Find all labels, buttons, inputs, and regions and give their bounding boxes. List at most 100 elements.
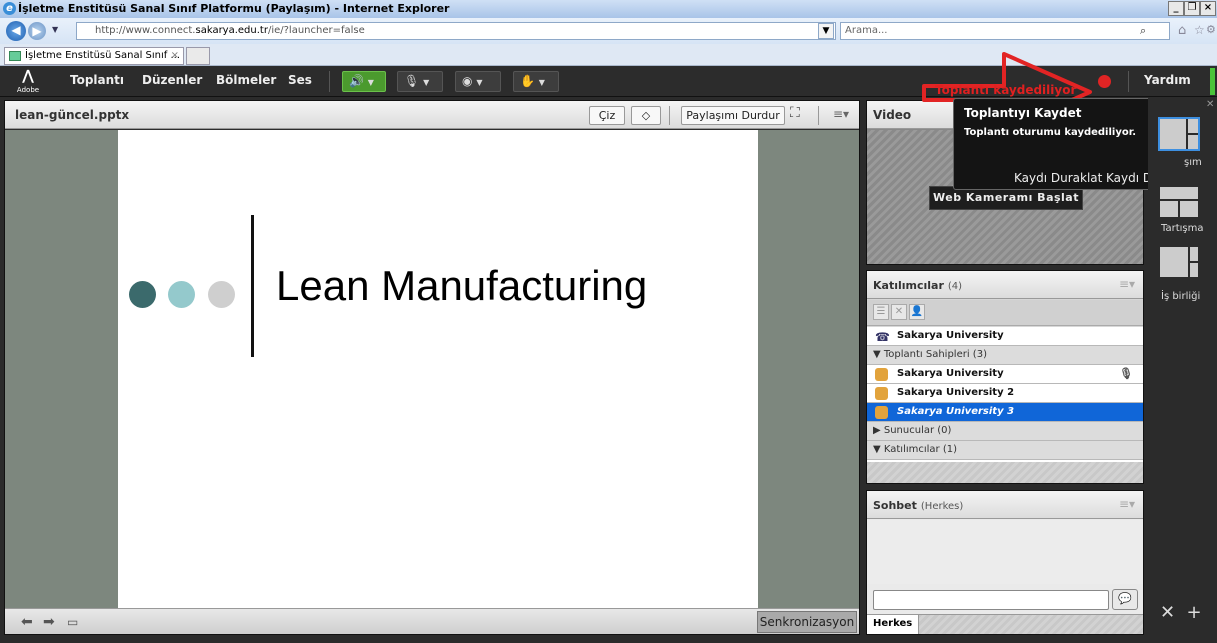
address-input[interactable]: http://www.connect.sakarya.edu.tr/ie/?la…	[76, 22, 836, 40]
slide-bullet-dot	[208, 281, 235, 308]
layout-thumb-sharing[interactable]	[1158, 117, 1200, 151]
pod-options-menu-icon[interactable]: ≡▾	[1119, 497, 1135, 511]
chat-tab-everyone[interactable]: Herkes	[867, 615, 919, 634]
attendee-label: Sakarya University 3	[897, 406, 1015, 417]
attendee-label: Sakarya University	[897, 330, 1004, 341]
layout-block	[1160, 119, 1186, 149]
attendees-toolbar: ☰ ✕ 👤	[867, 300, 1143, 326]
breakout-icon[interactable]: ✕	[891, 304, 907, 320]
attendee-label: ▼ Katılımcılar (1)	[873, 444, 958, 455]
gear-icon[interactable]: ⚙	[1206, 23, 1216, 36]
chat-tabs: Herkes	[867, 614, 1143, 634]
home-icon[interactable]: ⌂	[1178, 23, 1186, 38]
attendee-group-header[interactable]: ▶ Sunucular (0)	[867, 422, 1143, 441]
back-icon[interactable]: ◀	[6, 21, 26, 41]
attendee-label: ▼ Toplantı Sahipleri (3)	[873, 349, 987, 360]
new-tab-button[interactable]	[186, 47, 210, 65]
attendee-group-header[interactable]: ▼ Katılımcılar (1)	[867, 441, 1143, 460]
fullscreen-icon[interactable]: ⛶	[790, 105, 800, 121]
search-input[interactable]: Arama...	[840, 22, 1170, 40]
chat-pod: Sohbet (Herkes) ≡▾ 💬 Herkes	[866, 490, 1144, 635]
pointer-tool-button[interactable]: ◇	[631, 106, 661, 125]
attendee-row[interactable]: Sakarya University 3	[867, 403, 1143, 422]
raise-hand-icon: ✋	[520, 74, 535, 88]
add-layout-icon[interactable]: +	[1187, 602, 1202, 623]
address-toolbar: ◀ ▶ ▼ http://www.connect.sakarya.edu.tr/…	[0, 18, 1217, 44]
forward-icon[interactable]: ▶	[28, 22, 46, 40]
layout-block	[1190, 263, 1198, 277]
url-dropdown-icon[interactable]: ▼	[818, 23, 834, 39]
attendee-row[interactable]: ☎ Sakarya University	[867, 327, 1143, 346]
layout-label-collaboration: İş birliği	[1161, 291, 1201, 302]
chat-title: Sohbet (Herkes)	[873, 499, 963, 512]
history-dropdown-icon[interactable]: ▼	[52, 25, 58, 34]
menu-duzenler[interactable]: Düzenler	[142, 73, 202, 87]
layout-label-discussion: Tartışma	[1161, 223, 1204, 234]
layout-label-sharing: şım	[1184, 157, 1202, 168]
attendees-title-label: Katılımcılar	[873, 279, 944, 292]
next-slide-icon[interactable]: ➡	[43, 614, 55, 630]
attendee-group-header[interactable]: ▼ Toplantı Sahipleri (3)	[867, 346, 1143, 365]
layout-block	[1190, 247, 1198, 261]
layout-block	[1180, 201, 1198, 217]
share-content-area: Lean Manufacturing	[5, 130, 859, 608]
attendee-list-empty-area	[867, 462, 1143, 483]
menu-ses[interactable]: Ses	[288, 73, 312, 87]
chevron-down-icon: ▼	[476, 78, 483, 87]
chat-input[interactable]	[873, 590, 1109, 610]
layout-block	[1160, 247, 1188, 277]
connection-status-indicator	[1210, 68, 1215, 95]
close-icon[interactable]: ✕	[1206, 99, 1214, 110]
chat-messages-area	[867, 520, 1143, 584]
close-window-button[interactable]: ×	[1200, 1, 1216, 16]
layout-thumb-discussion[interactable]	[1160, 187, 1198, 217]
attendee-row[interactable]: Sakarya University 2	[867, 384, 1143, 403]
pointer-icon: ◇	[641, 109, 651, 122]
layout-thumb-collaboration[interactable]	[1160, 247, 1198, 277]
pause-recording-button[interactable]: Kaydı Duraklat	[1014, 171, 1102, 185]
url-prefix: http://www.connect.	[95, 25, 196, 36]
record-popup-message: Toplantı oturumu kaydediliyor.	[964, 127, 1137, 138]
pod-options-menu-icon[interactable]: ≡▾	[833, 107, 849, 121]
layout-block	[1160, 187, 1198, 199]
browser-tab[interactable]: İşletme Enstitüsü Sanal Sınıf ... ×	[4, 47, 184, 65]
adobe-logo-label: Adobe	[16, 86, 40, 94]
speaker-button[interactable]: 🔊 ▼	[342, 71, 386, 92]
stop-sharing-button[interactable]: Paylaşımı Durdur	[681, 106, 785, 125]
speech-bubble-icon: 💬	[1118, 592, 1132, 605]
window-title: İşletme Enstitüsü Sanal Sınıf Platformu …	[18, 2, 450, 15]
video-pod-title: Video	[873, 108, 912, 122]
favorites-icon[interactable]: ☆	[1194, 23, 1205, 37]
chevron-down-icon: ▼	[538, 78, 545, 87]
attendee-row[interactable]: Sakarya University 🎙	[867, 365, 1143, 384]
raise-hand-button[interactable]: ✋ ▼	[513, 71, 559, 92]
sync-button[interactable]: Senkronizasyon	[757, 611, 857, 633]
send-message-button[interactable]: 💬	[1112, 589, 1138, 610]
microphone-button[interactable]: 🎙 ▼	[397, 71, 443, 92]
rail-tools: ✕ +	[1160, 602, 1202, 623]
host-icon	[875, 406, 888, 419]
restore-button[interactable]: ❐	[1184, 1, 1200, 16]
attendees-count: (4)	[947, 281, 963, 292]
webcam-icon: ◉	[462, 74, 473, 88]
tab-close-icon[interactable]: ×	[171, 48, 179, 64]
previous-slide-icon[interactable]: ⬅	[21, 614, 33, 630]
url-domain: sakarya.edu.tr	[195, 25, 268, 36]
status-view-icon[interactable]: 👤	[909, 304, 925, 320]
sidebar-toggle-icon[interactable]: ▭	[67, 615, 78, 629]
host-icon	[875, 368, 888, 381]
webcam-button[interactable]: ◉ ▼	[455, 71, 501, 92]
share-pod-header: lean-güncel.pptx Çiz ◇ Paylaşımı Durdur …	[5, 101, 859, 129]
list-view-icon[interactable]: ☰	[873, 304, 889, 320]
draw-button[interactable]: Çiz	[589, 106, 625, 125]
search-icon[interactable]: ⌕	[1140, 24, 1146, 38]
attendees-pod-header: Katılımcılar (4) ≡▾	[867, 271, 1143, 299]
presentation-slide: Lean Manufacturing	[118, 130, 758, 608]
tools-icon[interactable]: ✕	[1160, 602, 1175, 623]
pod-options-menu-icon[interactable]: ≡▾	[1119, 277, 1135, 291]
menu-bolmeler[interactable]: Bölmeler	[216, 73, 276, 87]
minimize-button[interactable]: _	[1168, 1, 1184, 16]
menu-toplanti[interactable]: Toplantı	[70, 73, 124, 87]
microphone-icon: 🎙	[404, 74, 420, 88]
browser-title-bar: e İşletme Enstitüsü Sanal Sınıf Platform…	[0, 0, 1217, 18]
